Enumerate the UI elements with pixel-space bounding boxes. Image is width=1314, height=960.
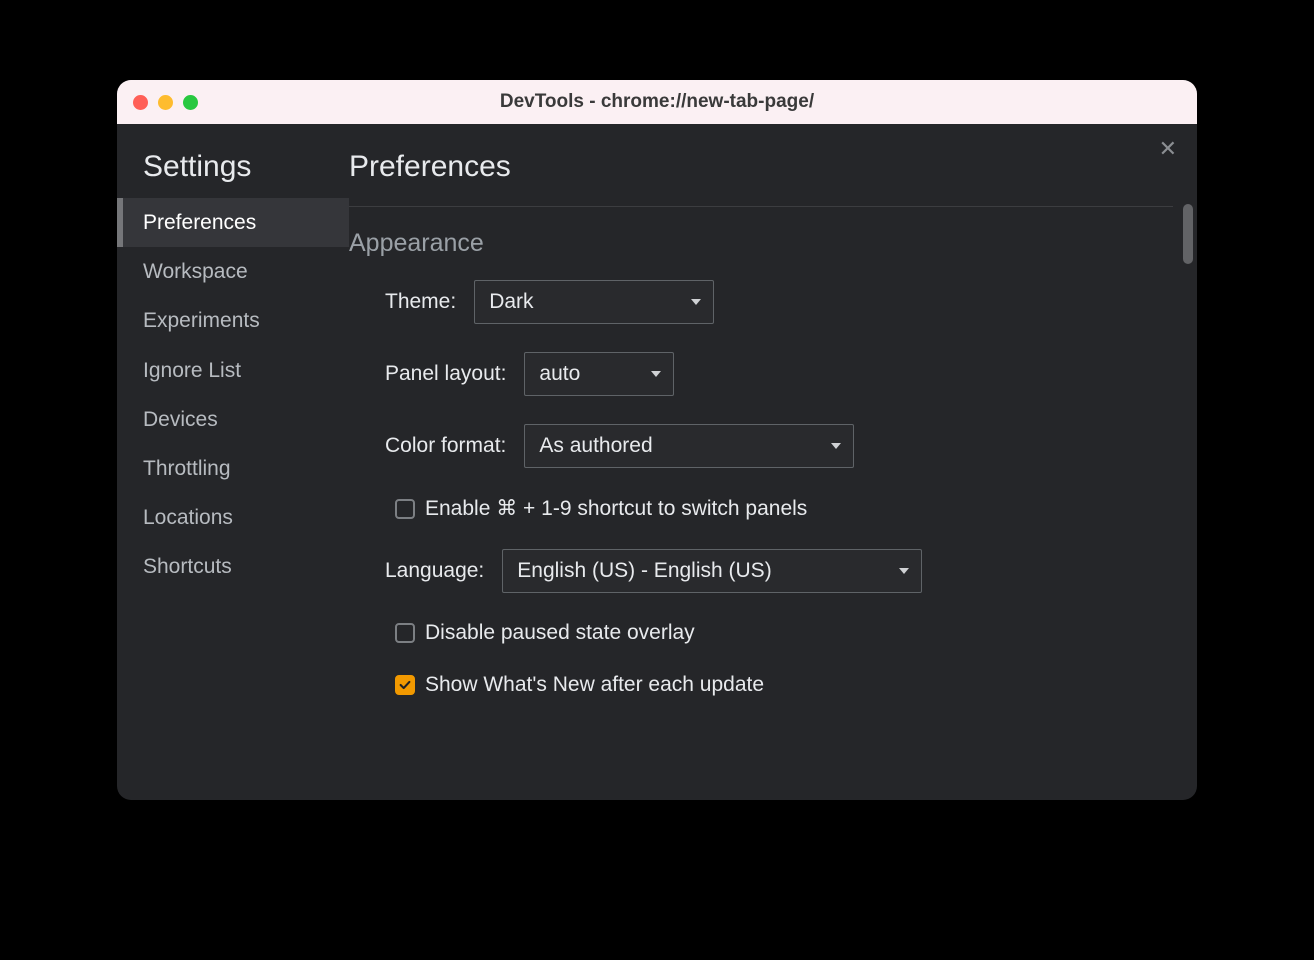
settings-list: Theme: Dark Panel layout: auto [349,272,1173,697]
label-disable-paused: Disable paused state overlay [425,621,695,645]
sidebar-item-workspace[interactable]: Workspace [117,247,349,296]
window-title: DevTools - chrome://new-tab-page/ [117,91,1197,113]
settings-body: Settings Preferences Workspace Experimen… [117,124,1197,800]
select-theme-value: Dark [489,290,533,314]
chevron-down-icon [691,299,701,305]
chevron-down-icon [831,443,841,449]
sidebar-item-preferences[interactable]: Preferences [117,198,349,247]
row-language: Language: English (US) - English (US) [385,549,1173,593]
select-panel-layout[interactable]: auto [524,352,674,396]
label-color-format: Color format: [385,434,506,458]
label-show-whats-new: Show What's New after each update [425,673,764,697]
select-color-format-value: As authored [539,434,652,458]
row-show-whats-new: Show What's New after each update [385,673,1173,697]
page-title: Preferences [349,150,1173,207]
label-panel-layout: Panel layout: [385,362,506,386]
sidebar-item-throttling[interactable]: Throttling [117,444,349,493]
check-icon [398,678,412,692]
window-maximize-button[interactable] [183,95,198,110]
window-close-button[interactable] [133,95,148,110]
checkbox-enable-shortcut[interactable] [395,499,415,519]
sidebar-title: Settings [117,150,349,198]
select-color-format[interactable]: As authored [524,424,854,468]
select-panel-layout-value: auto [539,362,580,386]
sidebar-item-ignore-list[interactable]: Ignore List [117,346,349,395]
select-language[interactable]: English (US) - English (US) [502,549,922,593]
select-theme[interactable]: Dark [474,280,714,324]
sidebar-item-devices[interactable]: Devices [117,395,349,444]
section-title-appearance: Appearance [349,207,1173,272]
scrollbar-thumb[interactable] [1183,204,1193,264]
titlebar[interactable]: DevTools - chrome://new-tab-page/ [117,80,1197,124]
checkbox-disable-paused[interactable] [395,623,415,643]
row-theme: Theme: Dark [385,280,1173,324]
label-theme: Theme: [385,290,456,314]
label-enable-shortcut: Enable ⌘ + 1-9 shortcut to switch panels [425,496,807,521]
devtools-window: DevTools - chrome://new-tab-page/ ✕ Sett… [117,80,1197,800]
traffic-lights [133,95,198,110]
checkbox-show-whats-new[interactable] [395,675,415,695]
row-panel-layout: Panel layout: auto [385,352,1173,396]
row-enable-shortcut: Enable ⌘ + 1-9 shortcut to switch panels [385,496,1173,521]
chevron-down-icon [899,568,909,574]
sidebar-item-shortcuts[interactable]: Shortcuts [117,542,349,591]
chevron-down-icon [651,371,661,377]
select-language-value: English (US) - English (US) [517,559,771,583]
sidebar: Settings Preferences Workspace Experimen… [117,124,349,800]
client-area: ✕ Settings Preferences Workspace Experim… [117,124,1197,800]
main-panel: Preferences Appearance Theme: Dark Panel… [349,124,1197,800]
sidebar-item-experiments[interactable]: Experiments [117,296,349,345]
window-minimize-button[interactable] [158,95,173,110]
row-color-format: Color format: As authored [385,424,1173,468]
label-language: Language: [385,559,484,583]
sidebar-item-locations[interactable]: Locations [117,493,349,542]
row-disable-paused: Disable paused state overlay [385,621,1173,645]
